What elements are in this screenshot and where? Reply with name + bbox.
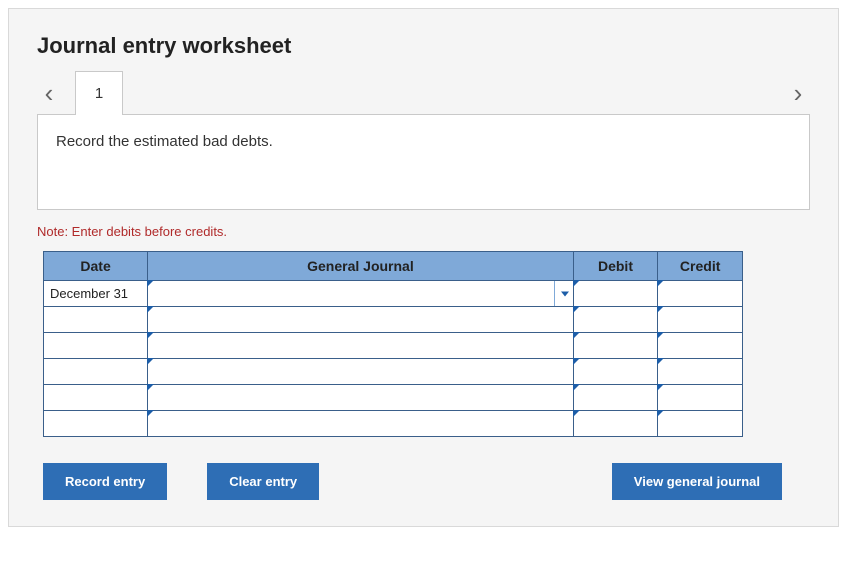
credit-cell[interactable]: [658, 411, 743, 437]
date-cell[interactable]: [44, 385, 148, 411]
tab-1[interactable]: 1: [75, 71, 123, 115]
note-text: Note: Enter debits before credits.: [37, 224, 810, 239]
record-entry-button[interactable]: Record entry: [43, 463, 167, 500]
header-credit: Credit: [658, 252, 743, 281]
worksheet-panel: Journal entry worksheet ‹ 1 › Record the…: [8, 8, 839, 527]
debit-cell[interactable]: [573, 281, 658, 307]
date-cell[interactable]: [44, 411, 148, 437]
date-cell[interactable]: [44, 359, 148, 385]
debit-cell[interactable]: [573, 385, 658, 411]
clear-entry-button[interactable]: Clear entry: [207, 463, 319, 500]
prev-arrow-icon[interactable]: ‹: [37, 80, 61, 106]
date-cell[interactable]: December 31: [44, 281, 148, 307]
next-arrow-icon[interactable]: ›: [786, 80, 810, 106]
general-journal-cell[interactable]: [148, 307, 573, 333]
table-row: [44, 411, 743, 437]
credit-cell[interactable]: [658, 281, 743, 307]
tab-row: ‹ 1 ›: [37, 71, 810, 115]
instruction-text: Record the estimated bad debts.: [56, 133, 273, 150]
table-row: [44, 333, 743, 359]
table-row: December 31: [44, 281, 743, 307]
journal-table: Date General Journal Debit Credit Decemb…: [43, 251, 743, 437]
table-row: [44, 307, 743, 333]
page-title: Journal entry worksheet: [37, 33, 810, 59]
header-general-journal: General Journal: [148, 252, 573, 281]
date-cell[interactable]: [44, 307, 148, 333]
header-date: Date: [44, 252, 148, 281]
credit-cell[interactable]: [658, 307, 743, 333]
general-journal-cell[interactable]: [148, 333, 573, 359]
chevron-down-icon[interactable]: [561, 291, 569, 296]
date-cell[interactable]: [44, 333, 148, 359]
debit-cell[interactable]: [573, 307, 658, 333]
credit-cell[interactable]: [658, 385, 743, 411]
instruction-box: Record the estimated bad debts.: [37, 114, 810, 210]
general-journal-cell[interactable]: [148, 411, 573, 437]
debit-cell[interactable]: [573, 411, 658, 437]
credit-cell[interactable]: [658, 359, 743, 385]
general-journal-cell[interactable]: [148, 359, 573, 385]
view-general-journal-button[interactable]: View general journal: [612, 463, 782, 500]
debit-cell[interactable]: [573, 359, 658, 385]
table-row: [44, 359, 743, 385]
header-debit: Debit: [573, 252, 658, 281]
general-journal-cell[interactable]: [148, 281, 573, 307]
credit-cell[interactable]: [658, 333, 743, 359]
debit-cell[interactable]: [573, 333, 658, 359]
button-row: Record entry Clear entry View general jo…: [43, 463, 810, 500]
table-row: [44, 385, 743, 411]
general-journal-cell[interactable]: [148, 385, 573, 411]
